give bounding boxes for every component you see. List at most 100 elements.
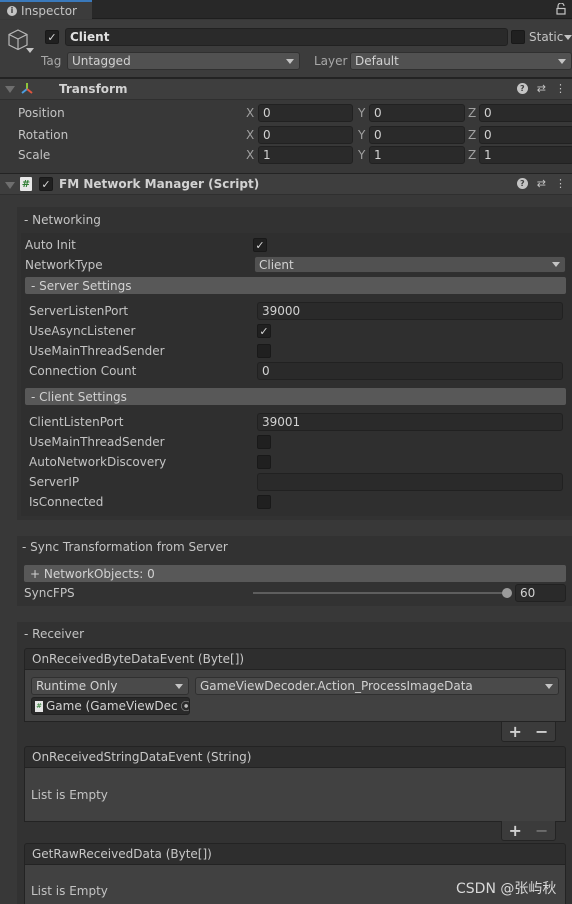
rotation-z-value: 0 (484, 128, 492, 142)
position-x-input[interactable]: 0 (258, 104, 353, 122)
auto-init-checkbox[interactable]: ✓ (253, 238, 267, 252)
add-button[interactable]: + (509, 722, 522, 741)
layer-label: Layer (314, 54, 348, 68)
string-event-empty-label: List is Empty (31, 788, 108, 802)
presets-icon[interactable]: ⇄ (537, 177, 546, 190)
sync-fps-slider-track[interactable] (253, 592, 507, 594)
presets-icon[interactable]: ⇄ (537, 82, 546, 95)
raw-data-event-title: GetRawReceivedData (Byte[]) (32, 847, 212, 861)
connection-count-input[interactable]: 0 (257, 362, 563, 380)
network-objects-foldout[interactable]: + NetworkObjects: 0 (24, 565, 566, 582)
runtime-mode-dropdown[interactable]: Runtime Only (31, 677, 189, 695)
auto-init-label: Auto Init (25, 238, 76, 252)
server-listen-port-value: 39000 (262, 304, 301, 318)
axis-z-label: Z (468, 148, 477, 162)
target-object-value: Game (GameViewDec (46, 699, 178, 713)
static-checkbox[interactable] (511, 30, 525, 44)
tag-label: Tag (41, 54, 62, 68)
static-dropdown-caret-icon[interactable] (564, 35, 572, 40)
sync-header: - Sync Transformation from Server (22, 540, 228, 554)
gameobject-active-checkbox[interactable]: ✓ (45, 30, 59, 44)
add-button[interactable]: + (509, 821, 522, 840)
server-settings-label: - Server Settings (31, 278, 132, 293)
scale-x-value: 1 (263, 148, 271, 162)
sync-fps-label: SyncFPS (24, 586, 75, 600)
transform-axes-icon (21, 83, 33, 94)
object-picker-icon[interactable]: ⦿ (181, 698, 189, 714)
server-use-main-thread-sender-label: UseMainThreadSender (29, 344, 165, 358)
is-connected-checkbox[interactable] (257, 495, 271, 509)
server-use-main-thread-sender-checkbox[interactable] (257, 344, 271, 358)
is-connected-label: IsConnected (29, 495, 104, 509)
byte-data-event-header: OnReceivedByteDataEvent (Byte[]) (24, 648, 566, 670)
client-use-main-thread-sender-checkbox[interactable] (257, 435, 271, 449)
layer-dropdown[interactable]: Default (350, 52, 572, 70)
script-header-icons: ? ⇄ ⋮ (516, 177, 566, 190)
server-ip-label: ServerIP (29, 475, 80, 489)
client-settings-header[interactable]: - Client Settings (25, 388, 566, 405)
rotation-x-input[interactable]: 0 (258, 126, 353, 144)
axis-y-label: Y (358, 128, 366, 142)
axis-z-label: Z (468, 106, 477, 120)
remove-button[interactable]: − (535, 722, 548, 741)
tab-inspector-label: Inspector (21, 3, 77, 18)
chevron-down-icon (545, 683, 553, 689)
client-listen-port-value: 39001 (262, 415, 301, 429)
rotation-z-input[interactable]: 0 (479, 126, 572, 144)
server-ip-input[interactable] (257, 473, 563, 491)
auto-network-discovery-checkbox[interactable] (257, 455, 271, 469)
script-file-icon: # (35, 700, 43, 712)
client-settings-label: - Client Settings (31, 389, 127, 404)
position-z-value: 0 (484, 106, 492, 120)
tab-inspector[interactable]: i Inspector (0, 0, 92, 19)
client-listen-port-input[interactable]: 39001 (257, 413, 563, 431)
receiver-header: - Receiver (24, 627, 85, 641)
tag-dropdown[interactable]: Untagged (67, 52, 300, 70)
position-z-input[interactable]: 0 (479, 104, 572, 122)
icon-dropdown-caret-icon[interactable] (26, 48, 34, 53)
chevron-down-icon (286, 58, 294, 64)
server-listen-port-input[interactable]: 39000 (257, 302, 563, 320)
server-settings-header[interactable]: - Server Settings (25, 277, 566, 294)
help-icon[interactable]: ? (516, 178, 528, 189)
axis-x-label: X (246, 106, 255, 120)
layer-value: Default (355, 54, 399, 68)
position-y-input[interactable]: 0 (369, 104, 465, 122)
position-label: Position (18, 106, 65, 120)
network-type-dropdown[interactable]: Client (254, 256, 566, 273)
more-options-icon[interactable]: ⋮ (555, 82, 566, 95)
string-data-event-title: OnReceivedStringDataEvent (String) (32, 750, 252, 764)
rotation-y-input[interactable]: 0 (369, 126, 465, 144)
auto-network-discovery-label: AutoNetworkDiscovery (29, 455, 167, 469)
rotation-label: Rotation (18, 128, 69, 142)
use-async-listener-label: UseAsyncListener (29, 324, 136, 338)
help-icon[interactable]: ? (516, 83, 528, 94)
static-label: Static (529, 30, 564, 44)
function-dropdown[interactable]: GameViewDecoder.Action_ProcessImageData (195, 677, 559, 695)
sync-fps-value: 60 (520, 586, 536, 600)
scale-y-input[interactable]: 1 (369, 146, 465, 164)
more-options-icon[interactable]: ⋮ (555, 177, 566, 190)
runtime-mode-value: Runtime Only (36, 679, 118, 693)
use-async-listener-checkbox[interactable]: ✓ (257, 324, 271, 338)
target-object-field[interactable]: # Game (GameViewDec ⦿ (31, 697, 190, 715)
string-data-event-header: OnReceivedStringDataEvent (String) (24, 746, 566, 768)
axis-y-label: Y (358, 106, 366, 120)
remove-button[interactable]: − (535, 821, 548, 840)
foldout-arrow-icon[interactable] (5, 86, 15, 93)
byte-data-event-title: OnReceivedByteDataEvent (Byte[]) (32, 652, 245, 666)
chevron-down-icon (558, 58, 566, 64)
script-enabled-checkbox[interactable]: ✓ (39, 177, 53, 191)
foldout-arrow-icon[interactable] (5, 182, 15, 189)
position-x-value: 0 (263, 106, 271, 120)
lock-icon[interactable] (556, 3, 566, 15)
position-y-value: 0 (374, 106, 382, 120)
info-icon: i (7, 5, 17, 16)
scale-x-input[interactable]: 1 (258, 146, 353, 164)
gameobject-name-input[interactable]: Client (65, 28, 508, 46)
chevron-down-icon (552, 262, 560, 267)
sync-fps-slider-knob[interactable] (502, 588, 512, 598)
sync-fps-input[interactable]: 60 (515, 584, 566, 602)
axis-x-label: X (246, 128, 255, 142)
scale-z-input[interactable]: 1 (479, 146, 572, 164)
